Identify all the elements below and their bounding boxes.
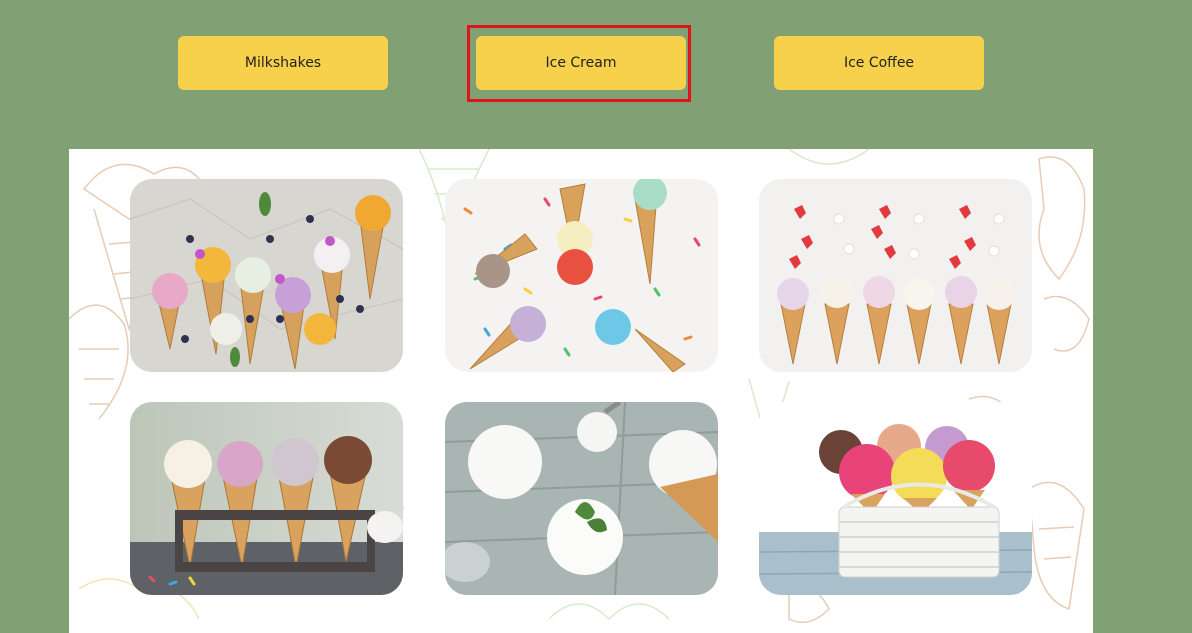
category-tabs: Milkshakes Ice Cream Ice Coffee <box>0 36 1192 90</box>
gallery-image-6[interactable] <box>759 402 1032 595</box>
tab-ice-coffee[interactable]: Ice Coffee <box>774 36 984 90</box>
ice-cream-wooden-stand-photo <box>130 402 403 595</box>
tab-ice-cream[interactable]: Ice Cream <box>476 36 686 90</box>
gallery-image-5[interactable] <box>445 402 718 595</box>
ice-cream-berries-photo <box>130 179 403 372</box>
ice-cream-basket-photo <box>759 402 1032 595</box>
gallery-image-4[interactable] <box>130 402 403 595</box>
gallery-image-2[interactable] <box>445 179 718 372</box>
gallery-image-1[interactable] <box>130 179 403 372</box>
vanilla-ice-cream-wood-photo <box>445 402 718 595</box>
tab-milkshakes[interactable]: Milkshakes <box>178 36 388 90</box>
ice-cream-strawberries-photo <box>759 179 1032 372</box>
gallery-image-3[interactable] <box>759 179 1032 372</box>
ice-cream-gallery <box>69 149 1093 633</box>
ice-cream-sprinkles-photo <box>445 179 718 372</box>
